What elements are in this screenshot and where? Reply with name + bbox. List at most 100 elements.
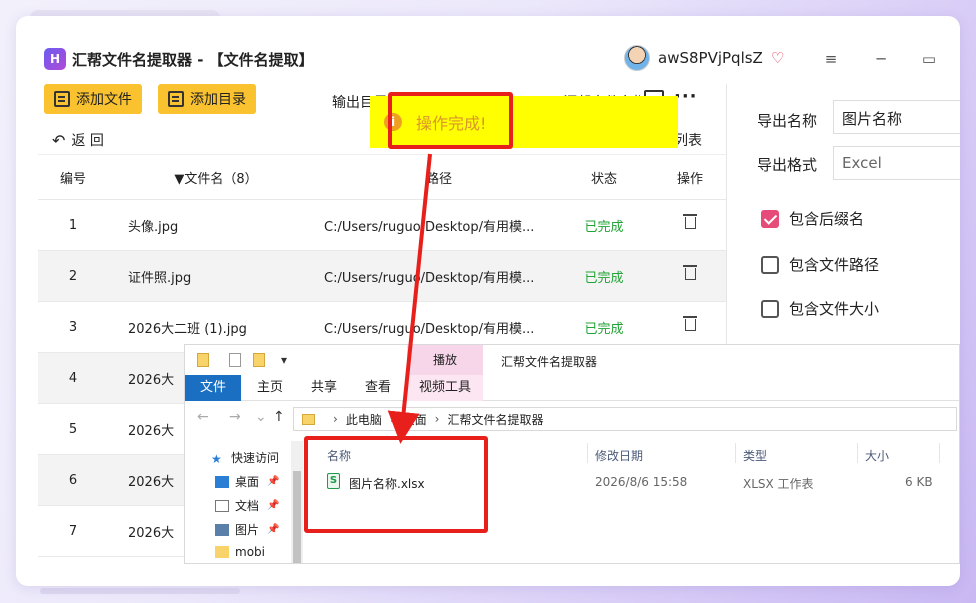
- user-area[interactable]: awS8PVjPqlsZ ♡: [624, 45, 789, 71]
- nav-desktop[interactable]: 桌面 📌: [215, 473, 279, 490]
- recent-dropdown-icon[interactable]: ⌄: [255, 409, 267, 425]
- breadcrumb-folder[interactable]: 汇帮文件名提取器: [447, 411, 543, 428]
- new-folder-icon[interactable]: [253, 353, 265, 367]
- navigation-pane: ★ 快速访问 桌面 📌 文档 📌 图片 📌 mobi: [185, 441, 305, 563]
- app-logo-icon: H: [44, 48, 66, 70]
- up-arrow-icon[interactable]: ↑: [273, 409, 285, 425]
- folder-icon: [215, 546, 229, 558]
- header-action: 操作: [676, 171, 703, 187]
- checkbox-unchecked[interactable]: [761, 255, 779, 274]
- nav-scrollbar[interactable]: [291, 441, 303, 563]
- folder-icon: [302, 413, 315, 425]
- tab-video-tools[interactable]: 视频工具: [407, 375, 483, 401]
- nav-label: 快速访问: [231, 451, 280, 465]
- picture-icon: [215, 523, 229, 536]
- delete-button[interactable]: [654, 214, 726, 233]
- delete-button[interactable]: [654, 316, 726, 335]
- breadcrumb-this-pc[interactable]: 此电脑: [346, 411, 382, 428]
- breadcrumb-desktop[interactable]: 桌面: [403, 411, 427, 428]
- option-include-size[interactable]: 包含文件大小: [761, 298, 879, 319]
- context-tab-play[interactable]: 播放: [407, 345, 483, 375]
- row-no: 7: [68, 523, 78, 539]
- pin-icon: 📌: [267, 500, 280, 511]
- row-filename: 2026大二班 (1).jpg: [128, 321, 247, 337]
- back-arrow-icon[interactable]: ←: [197, 409, 209, 425]
- column-modified[interactable]: 修改日期: [595, 447, 643, 464]
- back-arrow-icon: ↶: [52, 130, 66, 150]
- header-status: 状态: [590, 171, 617, 187]
- title-bar: H 汇帮文件名提取器 - 【文件名提取】 awS8PVjPqlsZ ♡ ≡ ─ …: [38, 42, 960, 76]
- tab-home[interactable]: 主页: [257, 375, 283, 401]
- checkbox-unchecked[interactable]: [761, 299, 779, 318]
- explorer-title: 汇帮文件名提取器: [501, 355, 598, 369]
- column-size[interactable]: 大小: [865, 447, 889, 464]
- properties-icon[interactable]: [229, 353, 241, 367]
- table-row[interactable]: 1 头像.jpg C:/Users/ruguo/Desktop/有用模... 已…: [38, 200, 726, 251]
- add-file-button[interactable]: 添加文件: [44, 84, 142, 114]
- export-format-select[interactable]: Excel: [833, 146, 960, 180]
- document-icon: [215, 499, 229, 512]
- option-include-extension[interactable]: 包含后缀名: [761, 208, 864, 229]
- nav-pictures[interactable]: 图片 📌: [215, 521, 279, 538]
- trash-icon: [682, 214, 697, 229]
- row-no: 4: [68, 370, 78, 386]
- app-title: 汇帮文件名提取器 - 【文件名提取】: [72, 50, 314, 69]
- row-no: 1: [68, 217, 78, 233]
- export-name-label: 导出名称: [757, 112, 818, 130]
- forward-arrow-icon[interactable]: →: [229, 409, 241, 425]
- export-format-label: 导出格式: [757, 156, 818, 174]
- nav-quick-access[interactable]: ★ 快速访问: [211, 449, 279, 466]
- highlight-box-toast: [388, 92, 513, 149]
- nav-documents[interactable]: 文档 📌: [215, 497, 279, 514]
- add-directory-label: 添加目录: [190, 92, 246, 108]
- table-header: 编号 ▼文件名（8） 路径 状态 操作: [38, 154, 726, 200]
- column-type[interactable]: 类型: [743, 447, 767, 464]
- file-size: 6 KB: [905, 475, 933, 489]
- trash-icon: [682, 316, 697, 331]
- file-modified: 2026/8/6 15:58: [595, 475, 688, 489]
- tab-file[interactable]: 文件: [185, 375, 241, 401]
- header-filename[interactable]: ▼文件名（8）: [108, 168, 324, 187]
- qat-dropdown-icon[interactable]: ▾: [281, 353, 287, 367]
- pin-icon: 📌: [267, 524, 280, 535]
- address-bar[interactable]: › 此电脑 › 桌面 › 汇帮文件名提取器: [293, 407, 957, 431]
- add-file-icon: [54, 91, 70, 107]
- minimize-button[interactable]: ─: [870, 48, 892, 70]
- row-no: 2: [68, 268, 78, 284]
- avatar[interactable]: [624, 45, 650, 71]
- star-icon: ★: [211, 451, 222, 466]
- app-window: H 汇帮文件名提取器 - 【文件名提取】 awS8PVjPqlsZ ♡ ≡ ─ …: [38, 42, 960, 564]
- desktop-icon: [215, 475, 229, 488]
- row-filename: 证件照.jpg: [128, 270, 192, 286]
- vip-diamond-icon[interactable]: ♡: [771, 49, 789, 67]
- back-button[interactable]: ↶ 返 回: [52, 130, 104, 150]
- option-include-path[interactable]: 包含文件路径: [761, 254, 879, 275]
- table-row[interactable]: 2 证件照.jpg C:/Users/ruguo/Desktop/有用模... …: [38, 251, 726, 302]
- export-name-input[interactable]: 图片名称: [833, 100, 960, 134]
- maximize-button[interactable]: ▭: [918, 48, 940, 70]
- nav-mobi[interactable]: mobi: [215, 545, 265, 559]
- option-label: 包含后缀名: [789, 210, 865, 228]
- row-status: 已完成: [584, 219, 624, 235]
- ribbon-tabs: 文件 主页 共享 查看 视频工具: [185, 375, 959, 401]
- quick-access-toolbar: ▾ 播放 汇帮文件名提取器: [185, 345, 959, 375]
- add-folder-icon: [168, 91, 184, 107]
- row-status: 已完成: [584, 270, 624, 286]
- list-label[interactable]: 列表: [674, 130, 702, 150]
- scroll-thumb[interactable]: [293, 471, 301, 563]
- add-file-label: 添加文件: [76, 92, 132, 108]
- row-path: C:/Users/ruguo/Desktop/有用模...: [324, 321, 535, 337]
- back-label: 返 回: [71, 133, 104, 149]
- add-directory-button[interactable]: 添加目录: [158, 84, 256, 114]
- header-no: 编号: [59, 171, 86, 187]
- delete-button[interactable]: [654, 265, 726, 284]
- tab-view[interactable]: 查看: [365, 375, 391, 401]
- checkbox-checked[interactable]: [761, 209, 779, 228]
- header-path: 路径: [425, 171, 452, 187]
- tab-share[interactable]: 共享: [311, 375, 337, 401]
- username[interactable]: awS8PVjPqlsZ: [658, 49, 763, 67]
- menu-icon[interactable]: ≡: [820, 48, 842, 70]
- pin-icon: 📌: [267, 476, 280, 487]
- row-status: 已完成: [584, 321, 624, 337]
- address-row: ← → ⌄ ↑ › 此电脑 › 桌面 › 汇帮文件名提取器: [185, 405, 959, 433]
